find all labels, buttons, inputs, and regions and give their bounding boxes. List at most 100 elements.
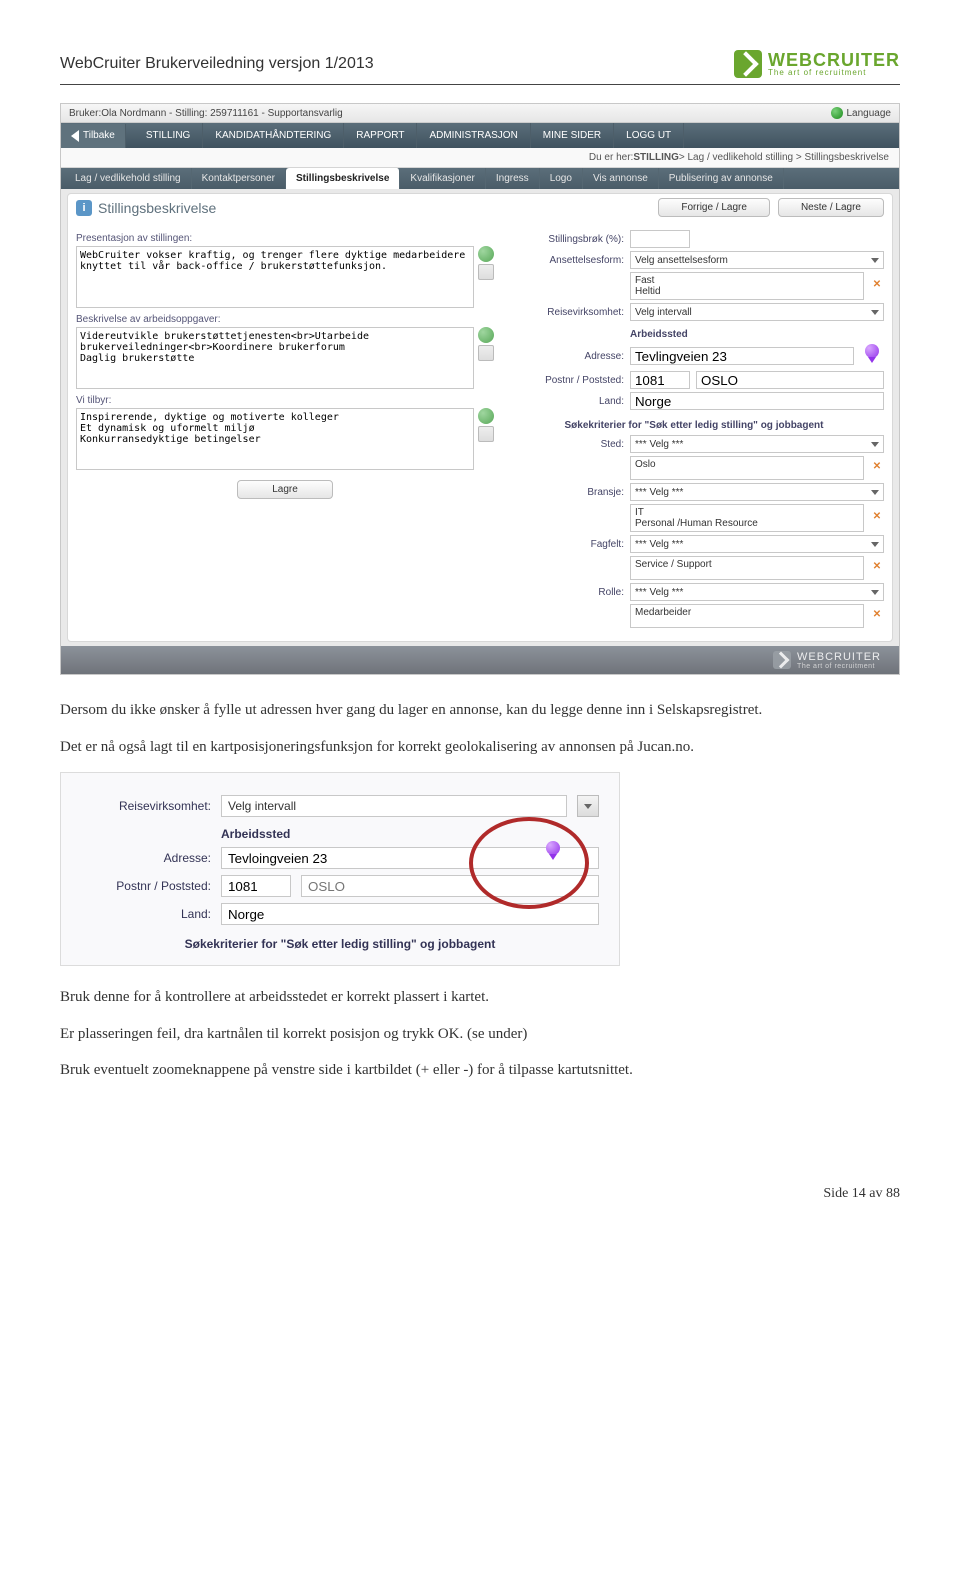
document-title: WebCruiter Brukerveiledning versjon 1/20…	[60, 55, 374, 73]
logo-icon	[734, 50, 762, 78]
remove-icon[interactable]: ✕	[870, 609, 884, 623]
map-pin-icon[interactable]	[860, 344, 884, 368]
main-panel: i Stillingsbeskrivelse Forrige / Lagre N…	[67, 193, 893, 642]
breadcrumb-current: STILLING	[633, 152, 679, 163]
chevron-down-icon	[871, 442, 879, 447]
spellcheck-icon[interactable]	[478, 408, 494, 424]
subnav-vis-annonse[interactable]: Vis annonse	[583, 168, 659, 189]
poststed-input[interactable]	[696, 371, 884, 389]
crop-adresse-label: Adresse:	[81, 851, 211, 865]
beskrivelse-label: Beskrivelse av arbeidsoppgaver:	[76, 314, 494, 325]
format-icon[interactable]	[478, 264, 494, 280]
ansettelsesform-list[interactable]: Fast Heltid	[630, 272, 864, 300]
tilbyr-label: Vi tilbyr:	[76, 395, 494, 406]
bransje-list[interactable]: IT Personal /Human Resource	[630, 504, 864, 532]
bransje-select[interactable]: *** Velg ***	[630, 483, 884, 501]
spellcheck-icon[interactable]	[478, 246, 494, 262]
nav-mine-sider[interactable]: MINE SIDER	[531, 123, 614, 148]
app-footer: WEBCRUITER The art of recruitment	[61, 646, 899, 674]
sted-list[interactable]: Oslo	[630, 456, 864, 480]
paragraph-3: Bruk denne for å kontrollere at arbeidss…	[60, 986, 900, 1009]
stillingsbrok-label: Stillingsbrøk (%):	[504, 234, 624, 245]
sokekriterier-heading: Søkekriterier for "Søk etter ledig still…	[504, 420, 884, 431]
remove-icon[interactable]: ✕	[870, 279, 884, 293]
subnav-ingress[interactable]: Ingress	[486, 168, 540, 189]
breadcrumb-path: > Lag / vedlikehold stilling > Stillings…	[679, 152, 889, 163]
land-label: Land:	[504, 396, 624, 407]
nav-stilling[interactable]: STILLING	[134, 123, 203, 148]
info-icon: i	[76, 200, 92, 216]
subnav-stillingsbeskrivelse[interactable]: Stillingsbeskrivelse	[286, 168, 400, 189]
crop-arbeidssted-heading: Arbeidssted	[221, 827, 599, 841]
presentasjon-label: Presentasjon av stillingen:	[76, 233, 494, 244]
chevron-down-icon	[584, 804, 592, 809]
back-button[interactable]: Tilbake	[61, 124, 126, 148]
back-arrow-icon	[71, 130, 79, 142]
chevron-down-icon	[871, 490, 879, 495]
reisevirksomhet-label: Reisevirksomhet:	[504, 307, 624, 318]
remove-icon[interactable]: ✕	[870, 561, 884, 575]
rolle-label: Rolle:	[504, 587, 624, 598]
brand-logo: WEBCRUITER The art of recruitment	[734, 50, 900, 78]
rolle-select[interactable]: *** Velg ***	[630, 583, 884, 601]
footer-brand-tagline: The art of recruitment	[797, 663, 881, 670]
sted-select[interactable]: *** Velg ***	[630, 435, 884, 453]
remove-icon[interactable]: ✕	[870, 511, 884, 525]
land-input[interactable]	[630, 392, 884, 410]
spellcheck-icon[interactable]	[478, 327, 494, 343]
sub-nav: Lag / vedlikehold stilling Kontaktperson…	[61, 168, 899, 189]
adresse-input[interactable]	[630, 347, 854, 365]
remove-icon[interactable]: ✕	[870, 461, 884, 475]
language-label: Language	[847, 108, 892, 119]
paragraph-5: Bruk eventuelt zoomeknappene på venstre …	[60, 1059, 900, 1082]
fagfelt-select[interactable]: *** Velg ***	[630, 535, 884, 553]
crop-map-pin-icon[interactable]	[541, 841, 565, 865]
subnav-kvalifikasjoner[interactable]: Kvalifikasjoner	[400, 168, 485, 189]
subnav-lag[interactable]: Lag / vedlikehold stilling	[65, 168, 192, 189]
format-icon[interactable]	[478, 426, 494, 442]
crop-land-input[interactable]	[221, 903, 599, 925]
nav-admin[interactable]: ADMINISTRASJON	[417, 123, 530, 148]
fagfelt-list[interactable]: Service / Support	[630, 556, 864, 580]
postnr-input[interactable]	[630, 371, 690, 389]
subnav-kontakt[interactable]: Kontaktpersoner	[192, 168, 286, 189]
presentasjon-textarea[interactable]: WebCruiter vokser kraftig, og trenger fl…	[76, 246, 474, 308]
crop-postnr-label: Postnr / Poststed:	[81, 879, 211, 893]
paragraph-4: Er plasseringen feil, dra kartnålen til …	[60, 1023, 900, 1046]
crop-postnr-input[interactable]	[221, 875, 291, 897]
beskrivelse-textarea[interactable]: Videreutvikle brukerstøttetjenesten<br>U…	[76, 327, 474, 389]
chevron-down-icon	[871, 542, 879, 547]
crop-land-label: Land:	[81, 907, 211, 921]
tilbyr-textarea[interactable]: Inspirerende, dyktige og motiverte kolle…	[76, 408, 474, 470]
arbeidssted-heading: Arbeidssted	[630, 329, 884, 340]
chevron-down-icon	[871, 310, 879, 315]
rolle-list[interactable]: Medarbeider	[630, 604, 864, 628]
panel-title: Stillingsbeskrivelse	[98, 200, 216, 216]
crop-reise-label: Reisevirksomhet:	[81, 799, 211, 813]
page-number: Side 14 av 88	[0, 1186, 960, 1232]
fagfelt-label: Fagfelt:	[504, 539, 624, 550]
main-nav: Tilbake STILLING KANDIDATHÅNDTERING RAPP…	[61, 123, 899, 148]
subnav-logo[interactable]: Logo	[540, 168, 583, 189]
crop-dropdown-button[interactable]	[577, 795, 599, 817]
crop-poststed-input[interactable]	[301, 875, 599, 897]
brand-name: WEBCRUITER	[768, 51, 900, 69]
cropped-screenshot: Reisevirksomhet: Velg intervall Arbeidss…	[60, 772, 620, 966]
subnav-publisering[interactable]: Publisering av annonse	[659, 168, 784, 189]
footer-brand-name: WEBCRUITER	[797, 651, 881, 663]
nav-kandidat[interactable]: KANDIDATHÅNDTERING	[203, 123, 344, 148]
ansettelsesform-select[interactable]: Velg ansettelsesform	[630, 251, 884, 269]
format-icon[interactable]	[478, 345, 494, 361]
language-selector[interactable]: Language	[831, 107, 892, 119]
crop-reise-select[interactable]: Velg intervall	[221, 795, 567, 817]
next-save-button[interactable]: Neste / Lagre	[778, 198, 884, 217]
lagre-button[interactable]: Lagre	[237, 480, 333, 499]
reisevirksomhet-select[interactable]: Velg intervall	[630, 303, 884, 321]
back-label: Tilbake	[83, 130, 115, 141]
nav-rapport[interactable]: RAPPORT	[344, 123, 417, 148]
sted-label: Sted:	[504, 439, 624, 450]
prev-save-button[interactable]: Forrige / Lagre	[658, 198, 770, 217]
nav-logg-ut[interactable]: LOGG UT	[614, 123, 684, 148]
stillingsbrok-input[interactable]	[630, 230, 690, 248]
breadcrumb: Du er her: STILLING > Lag / vedlikehold …	[61, 148, 899, 168]
